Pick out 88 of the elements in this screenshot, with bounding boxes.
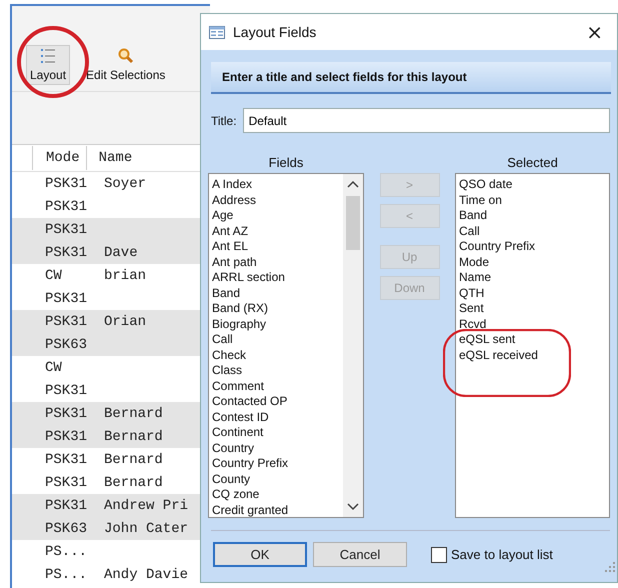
list-item[interactable]: Name [459, 270, 609, 286]
table-cell-text: PS... [45, 544, 88, 560]
table-cell-text: PSK31 [45, 314, 88, 330]
list-heading: Selected [507, 155, 558, 170]
dialog-button[interactable]: OK [213, 542, 307, 567]
list-item[interactable]: Band [212, 286, 343, 301]
list-item[interactable]: Call [212, 332, 343, 348]
table-cell-text: CW [45, 268, 63, 284]
list-item[interactable]: Age [212, 208, 343, 224]
list-item[interactable]: Check [212, 348, 343, 363]
table-cell-text: PSK31 [45, 290, 88, 306]
list-heading: Fields [268, 155, 304, 170]
table-cell: Andy Davie [104, 566, 188, 582]
table-cell: Bernard [104, 428, 163, 444]
table-cell: Bernard [104, 474, 163, 490]
table-cell-text: CW [45, 360, 63, 376]
toolbar-button[interactable]: Layout [26, 45, 70, 85]
list-item[interactable]: QSO date [459, 177, 609, 192]
list-item[interactable]: Ant EL [212, 239, 343, 254]
list-item[interactable]: Country Prefix [459, 239, 609, 254]
table-cell-text: PSK63 [45, 336, 88, 352]
list-item[interactable]: Ant path [212, 254, 343, 270]
list-item[interactable]: CQ zone [212, 487, 343, 502]
selected-list[interactable]: QSO date Time on Band Call Country Prefix Mode Name QTH Sent Rcvd eQSL sent eQSL received [455, 173, 610, 518]
title-field[interactable]: Default [242, 108, 610, 133]
list-item[interactable]: Band [459, 208, 609, 224]
table-cell-text: PSK31 [45, 244, 88, 260]
scrollbar[interactable] [343, 174, 363, 517]
scroll-up-icon[interactable] [347, 180, 359, 188]
list-item[interactable]: County [212, 472, 343, 487]
list-item[interactable]: Rcvd [459, 316, 609, 332]
window-icon [209, 26, 225, 38]
list-item[interactable]: eQSL sent [459, 332, 609, 348]
field-label: Title: [211, 114, 237, 128]
table-cell-text: PSK31 [45, 452, 88, 468]
checkbox[interactable] [431, 546, 447, 562]
list-item[interactable]: Credit granted [212, 502, 343, 517]
table-cell: Andrew Pri [104, 498, 188, 514]
table-cell-text: PSK31 [45, 474, 88, 490]
table-cell: Dave [104, 244, 138, 260]
list-item[interactable]: Class [212, 363, 343, 378]
table-cell: Orian [104, 314, 146, 330]
list-item[interactable]: Band (RX) [212, 301, 343, 316]
table-cell: Bernard [104, 406, 163, 422]
list-item[interactable]: A Index [212, 177, 343, 192]
list-item[interactable]: ARRL section [212, 270, 343, 286]
table-cell-text: PSK31 [45, 382, 88, 398]
fields-list[interactable]: A Index Address Age Ant AZ Ant EL Ant path ARRL section Band Band (RX) Biography Call Check Class Comment Contacted OP Contest ID Continent Country Country Prefix County CQ zone Credit granted [208, 173, 364, 518]
list-item[interactable]: Comment [212, 378, 343, 394]
section-banner: Enter a title and select fields for this layout [211, 62, 611, 94]
list-item[interactable]: Country Prefix [212, 456, 343, 472]
magnifier-icon [118, 48, 134, 64]
table-cell: brian [104, 268, 146, 284]
table-cell: Soyer [104, 176, 146, 192]
list-item[interactable]: Address [212, 192, 343, 208]
dialog-button[interactable]: Cancel [313, 542, 407, 567]
column-header[interactable]: Name [86, 146, 138, 170]
list-item[interactable]: Country [212, 440, 343, 456]
list-item[interactable]: QTH [459, 286, 609, 301]
close-button[interactable]: × [582, 20, 607, 44]
list-item[interactable]: Sent [459, 301, 609, 316]
list-item[interactable]: Time on [459, 192, 609, 208]
table-cell-text: PS... [45, 566, 88, 582]
list-item[interactable]: Biography [212, 316, 343, 332]
list-item[interactable]: Ant AZ [212, 224, 343, 239]
table-cell-text: PSK31 [45, 198, 88, 214]
checkbox-label[interactable]: Save to layout list [451, 547, 553, 562]
list-item[interactable]: eQSL received [459, 348, 609, 363]
list-item[interactable]: Mode [459, 254, 609, 270]
table-cell: Bernard [104, 452, 163, 468]
table-cell-text: PSK31 [45, 176, 88, 192]
table-cell-text: PSK31 [45, 222, 88, 238]
window-title: Layout Fields [233, 24, 318, 40]
list-item[interactable]: Continent [212, 425, 343, 440]
table-cell-text: PSK31 [45, 428, 88, 444]
column-header[interactable]: Mode [32, 146, 86, 170]
resize-grip-icon[interactable] [605, 562, 615, 572]
list-item[interactable]: Contacted OP [212, 394, 343, 410]
table-cell-text: PSK31 [45, 498, 88, 514]
table-cell: John Cater [104, 520, 188, 536]
list-item[interactable]: Contest ID [212, 410, 343, 425]
table-cell-text: PSK31 [45, 406, 88, 422]
list-item[interactable]: Call [459, 224, 609, 239]
list-icon [41, 48, 56, 64]
table-cell-text: PSK63 [45, 520, 88, 536]
toolbar-button[interactable]: Edit Selections [82, 45, 170, 85]
scroll-down-icon[interactable] [347, 503, 359, 511]
scroll-thumb[interactable] [346, 196, 360, 250]
